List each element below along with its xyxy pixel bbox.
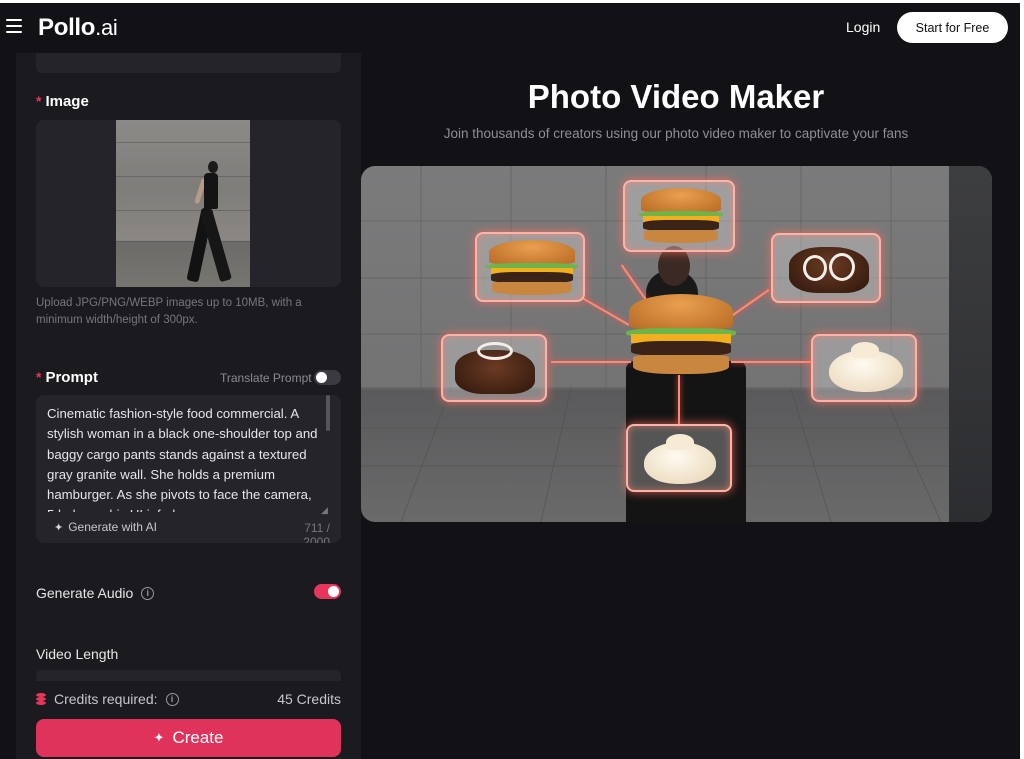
prompt-section-label: * Prompt bbox=[36, 369, 98, 386]
required-asterisk: * bbox=[36, 369, 42, 385]
model-head bbox=[658, 246, 690, 286]
upload-hint-text: Upload JPG/PNG/WEBP images up to 10MB, w… bbox=[36, 297, 302, 326]
create-label: Create bbox=[172, 728, 224, 747]
photo-person-head bbox=[208, 161, 218, 173]
cream-sauce-tip bbox=[666, 434, 694, 450]
character-count: 711 / 2000 bbox=[303, 521, 330, 543]
hologram-connector bbox=[678, 375, 680, 425]
generate-audio-toggle[interactable] bbox=[314, 584, 341, 599]
create-footer: Credits required: i 45 Credits ✦ Create bbox=[16, 681, 361, 759]
credits-required-text: Credits required: bbox=[54, 691, 158, 707]
generate-audio-text: Generate Audio bbox=[36, 585, 134, 601]
generate-with-ai-label: Generate with AI bbox=[68, 520, 157, 534]
sauce-info-card bbox=[626, 424, 732, 492]
cream-sauce-tip bbox=[851, 342, 879, 358]
translate-prompt-label: Translate Prompt bbox=[220, 371, 312, 385]
credits-value: 45 Credits bbox=[277, 691, 341, 707]
onion-meat-info-card bbox=[441, 334, 547, 402]
logo-main-text: Pollo bbox=[38, 14, 96, 41]
hero-video-preview bbox=[361, 166, 992, 522]
video-length-label: Video Length bbox=[36, 646, 119, 662]
prompt-text[interactable]: Cinematic fashion-style food commercial.… bbox=[47, 404, 319, 512]
info-icon[interactable]: i bbox=[165, 692, 179, 706]
prompt-label-text: Prompt bbox=[45, 369, 98, 386]
onion-ring-image bbox=[829, 253, 855, 281]
background-building bbox=[949, 166, 992, 522]
hologram-connector bbox=[551, 361, 631, 363]
login-link[interactable]: Login bbox=[846, 19, 880, 35]
start-for-free-button[interactable]: Start for Free bbox=[897, 12, 1008, 43]
burger-info-card bbox=[623, 180, 735, 252]
logo[interactable]: Pollo.ai bbox=[38, 14, 118, 42]
prompt-scrollbar[interactable] bbox=[326, 395, 330, 431]
resize-handle-icon[interactable]: ◢ bbox=[321, 505, 328, 516]
required-asterisk: * bbox=[36, 93, 42, 109]
onion-ring-image bbox=[477, 342, 513, 360]
toggle-knob bbox=[316, 372, 327, 383]
prompt-textarea[interactable]: Cinematic fashion-style food commercial.… bbox=[36, 395, 341, 543]
photo-person-torso bbox=[204, 173, 218, 209]
sparkle-icon: ✦ bbox=[153, 730, 165, 745]
image-section-label: * Image bbox=[36, 93, 89, 110]
coins-icon bbox=[36, 693, 46, 705]
hamburger-menu-icon[interactable] bbox=[6, 19, 22, 33]
generate-with-ai-button[interactable]: ✦ Generate with AI bbox=[54, 520, 157, 534]
settings-panel: * Image Upload JPG/PNG/WEBP images up to … bbox=[16, 53, 361, 759]
onion-meat-info-card bbox=[771, 233, 881, 303]
sauce-info-card bbox=[811, 334, 917, 402]
logo-suffix-text: .ai bbox=[95, 15, 118, 40]
onion-ring-image bbox=[803, 255, 827, 281]
window-right-edge bbox=[1020, 3, 1024, 759]
top-nav-bar: Pollo.ai Login Start for Free bbox=[0, 3, 1020, 53]
page-title: Photo Video Maker bbox=[527, 78, 825, 115]
image-upload-area[interactable] bbox=[36, 120, 341, 287]
held-hamburger-image bbox=[625, 294, 737, 378]
hologram-connector bbox=[731, 361, 813, 363]
create-button[interactable]: ✦ Create bbox=[36, 719, 341, 757]
sparkle-icon: ✦ bbox=[54, 521, 64, 534]
uploaded-photo-thumbnail[interactable] bbox=[116, 120, 250, 287]
info-icon[interactable]: i bbox=[141, 586, 155, 600]
image-label-text: Image bbox=[45, 93, 89, 110]
generate-audio-label: Generate Audio i bbox=[36, 585, 155, 601]
page-subtitle: Join thousands of creators using our pho… bbox=[443, 126, 909, 141]
burger-image bbox=[486, 240, 578, 298]
toggle-knob bbox=[328, 586, 339, 597]
previous-field-bottom[interactable] bbox=[36, 53, 341, 73]
burger-image bbox=[638, 188, 724, 246]
credits-required-label: Credits required: i bbox=[36, 691, 179, 707]
translate-prompt-toggle[interactable] bbox=[314, 370, 341, 385]
burger-info-card bbox=[475, 232, 585, 302]
